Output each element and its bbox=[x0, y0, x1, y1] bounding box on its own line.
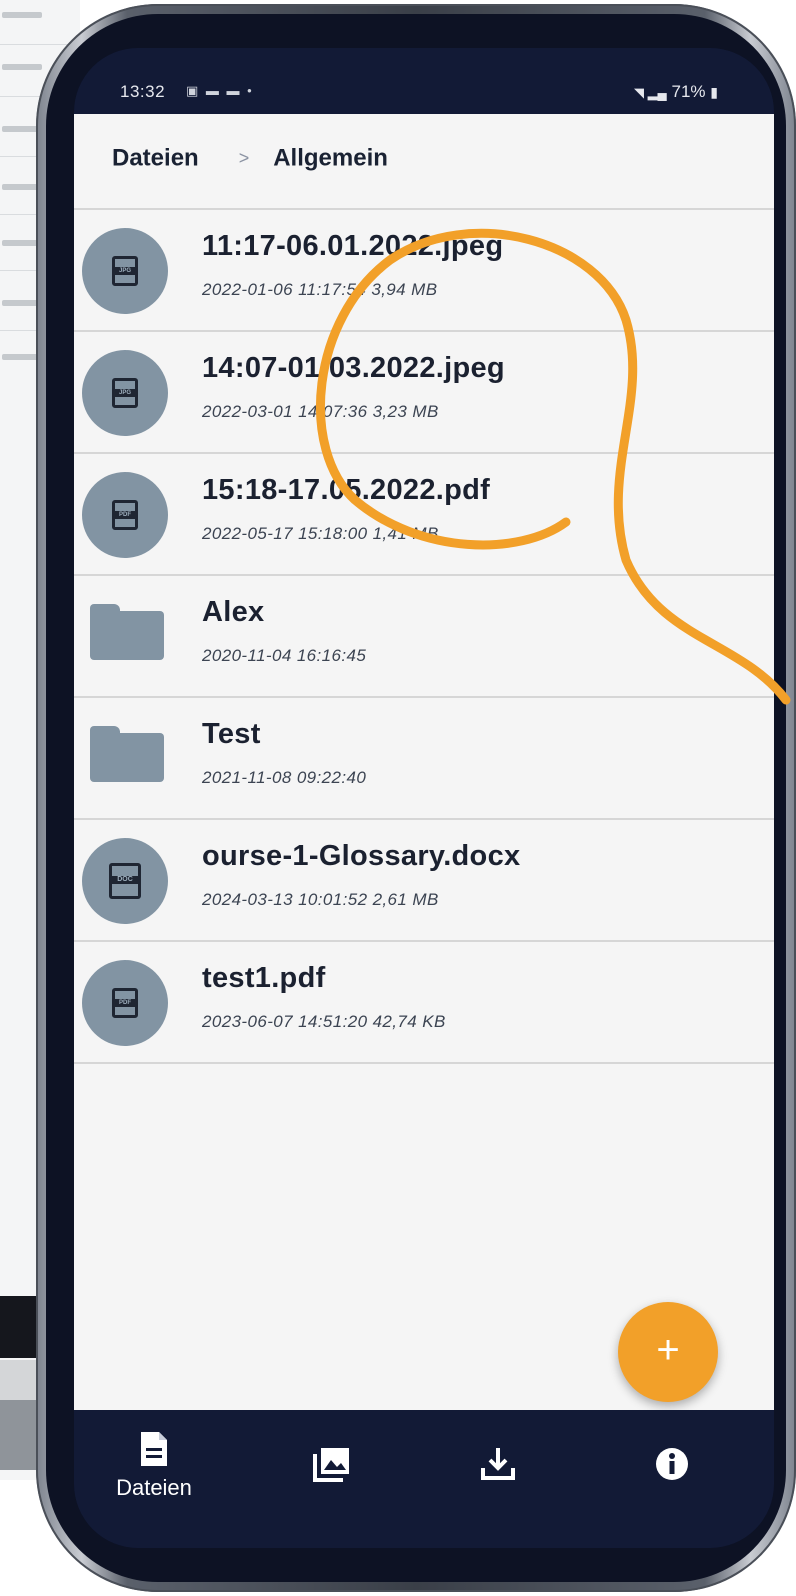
annotation-stroke bbox=[316, 228, 791, 705]
